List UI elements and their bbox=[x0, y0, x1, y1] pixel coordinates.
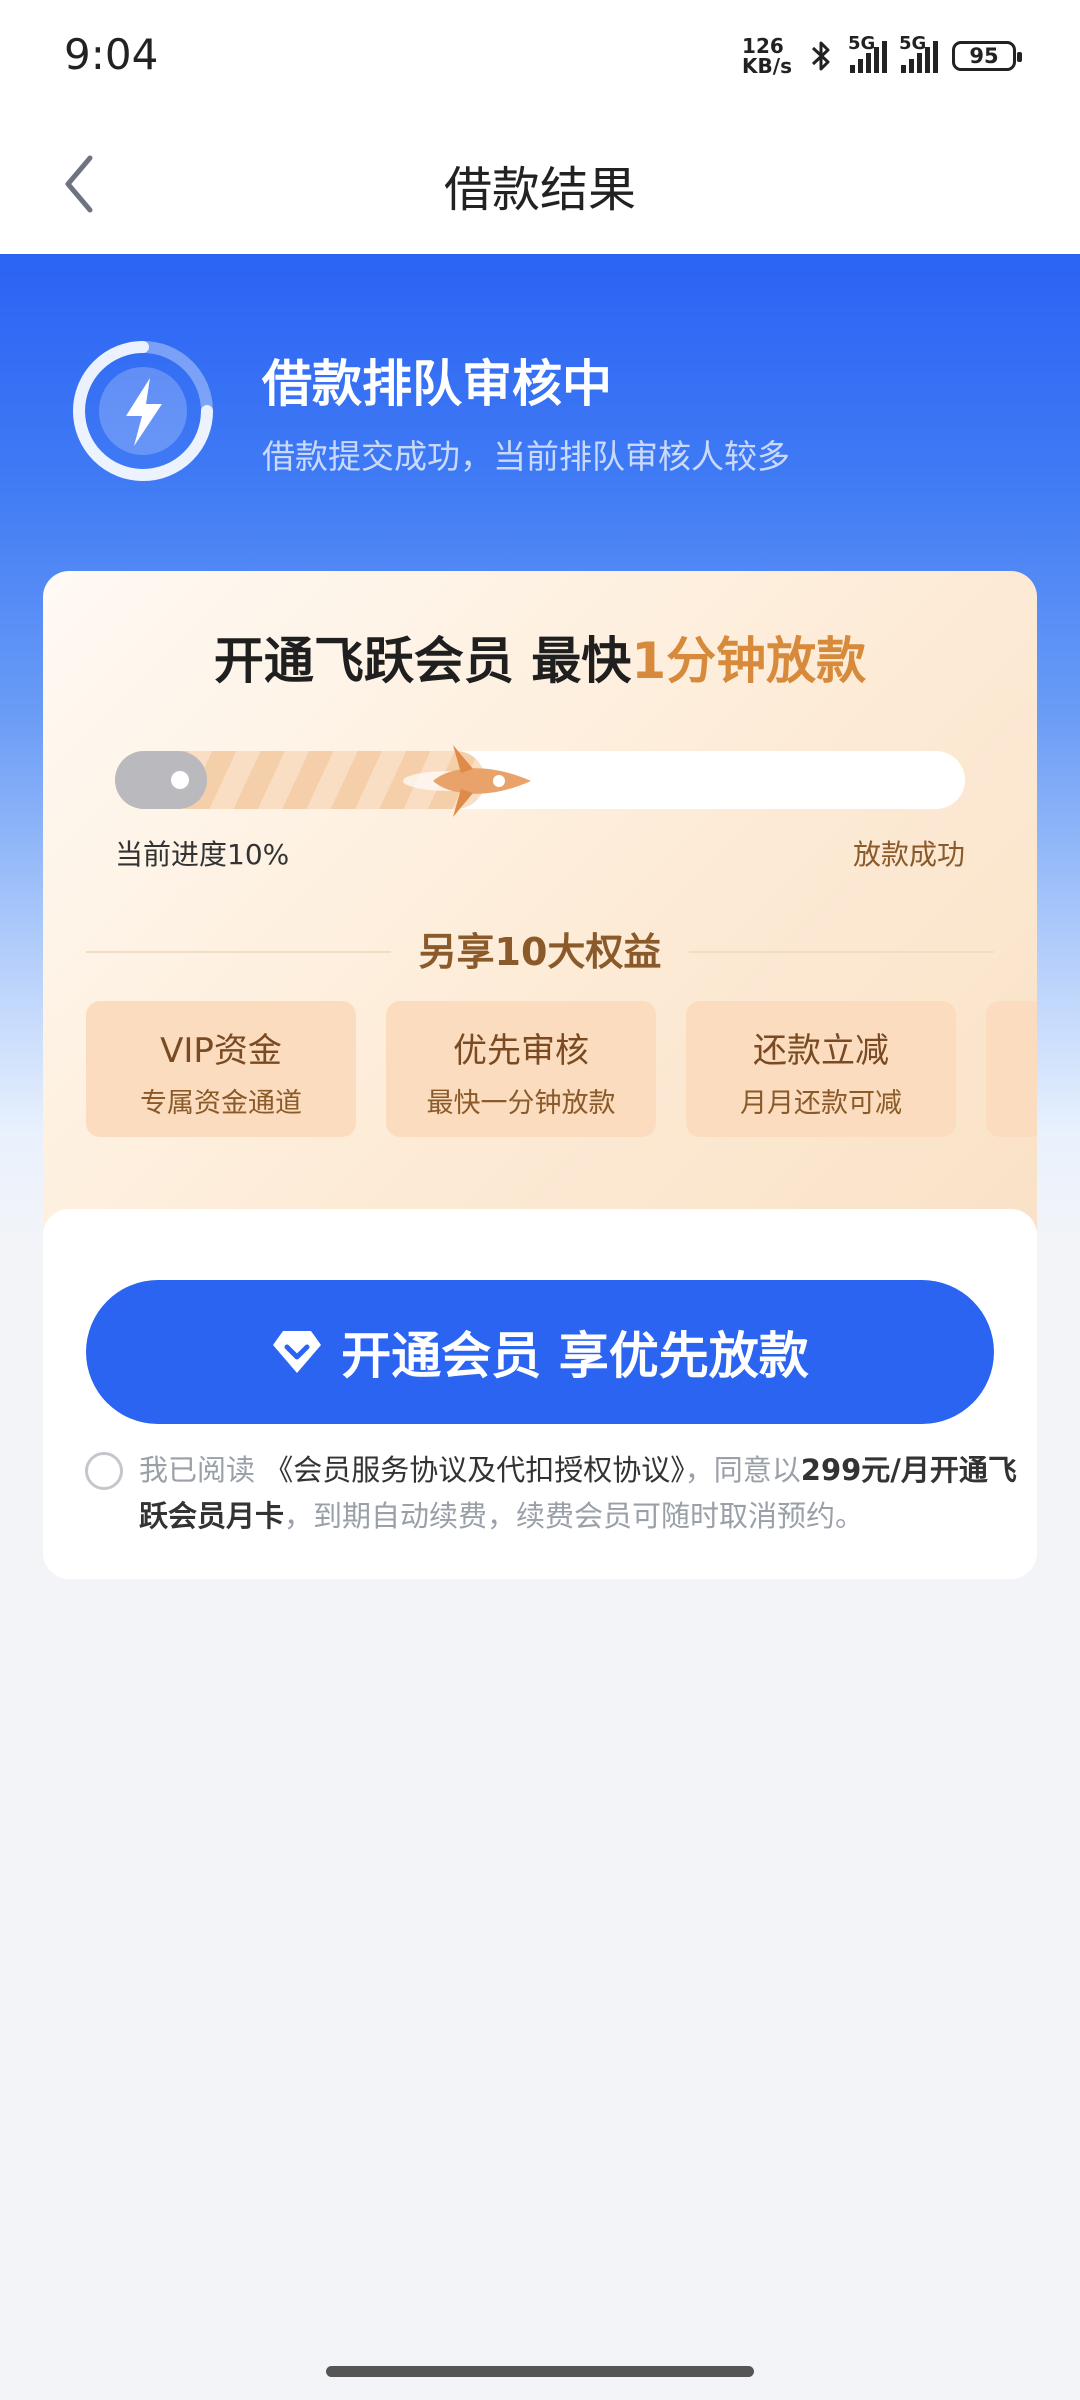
benefit-card-partial bbox=[986, 1001, 1037, 1137]
page-header: 借款结果 bbox=[0, 120, 1080, 254]
benefit-card: 还款立减 月月还款可减 bbox=[686, 1001, 956, 1137]
page-title: 借款结果 bbox=[443, 162, 636, 218]
promo-title: 开通飞跃会员 最快1分钟放款 bbox=[213, 632, 867, 690]
agreement-checkbox[interactable] bbox=[85, 1452, 123, 1490]
rocket-icon bbox=[403, 745, 531, 817]
network-speed: 126 KB/s bbox=[742, 34, 792, 78]
loan-progress-bar bbox=[115, 745, 965, 817]
membership-promo-card: 开通飞跃会员 最快1分钟放款 当前进度10% 放款成功 另享10大权益 VIP资… bbox=[43, 571, 1037, 1271]
agreement-link[interactable]: 《会员服务协议及代扣授权协议》 bbox=[264, 1453, 685, 1487]
cell-signal-icon: 5G bbox=[899, 33, 938, 73]
action-card: 开通会员 享优先放款 我已阅读 《会员服务协议及代扣授权协议》，同意以299元/… bbox=[43, 1209, 1037, 1579]
cta-label: 开通会员 享优先放款 bbox=[341, 1327, 809, 1385]
divider bbox=[689, 951, 994, 953]
benefits-heading: 另享10大权益 bbox=[86, 921, 994, 981]
benefits-title: 另享10大权益 bbox=[418, 930, 662, 974]
progress-end-label: 放款成功 bbox=[852, 838, 965, 871]
status-title: 借款排队审核中 bbox=[262, 355, 612, 413]
benefits-list: VIP资金 专属资金通道 优先审核 最快一分钟放款 还款立减 月月还款可减 bbox=[86, 1001, 1037, 1137]
benefit-card: VIP资金 专属资金通道 bbox=[86, 1001, 356, 1137]
benefit-desc: 专属资金通道 bbox=[140, 1088, 302, 1119]
battery-icon: 95 bbox=[952, 41, 1022, 71]
agreement-text: 我已阅读 《会员服务协议及代扣授权协议》，同意以299元/月开通飞跃会员月卡，到… bbox=[139, 1453, 1017, 1533]
benefit-desc: 月月还款可减 bbox=[740, 1088, 902, 1119]
home-indicator[interactable] bbox=[326, 2366, 754, 2377]
bluetooth-icon bbox=[811, 41, 830, 71]
status-time: 9:04 bbox=[64, 30, 159, 79]
progress-current-label: 当前进度10% bbox=[115, 838, 290, 871]
benefit-desc: 最快一分钟放款 bbox=[426, 1088, 616, 1119]
status-bar: 9:04 126 KB/s 5G 5G 95 bbox=[0, 0, 1080, 120]
status-subtitle: 借款提交成功，当前排队审核人较多 bbox=[262, 437, 790, 476]
benefit-title: 优先审核 bbox=[453, 1031, 589, 1071]
progress-start-marker bbox=[115, 751, 207, 809]
cell-signal-icon: 5G bbox=[848, 33, 887, 73]
benefit-title: VIP资金 bbox=[160, 1031, 282, 1071]
open-membership-button[interactable]: 开通会员 享优先放款 bbox=[86, 1280, 994, 1424]
diamond-icon bbox=[273, 1331, 322, 1373]
benefit-title: 还款立减 bbox=[753, 1031, 889, 1071]
benefit-card: 优先审核 最快一分钟放款 bbox=[386, 1001, 656, 1137]
status-icons: 126 KB/s 5G 5G 95 bbox=[742, 33, 1022, 78]
lightning-status-icon bbox=[73, 341, 213, 481]
